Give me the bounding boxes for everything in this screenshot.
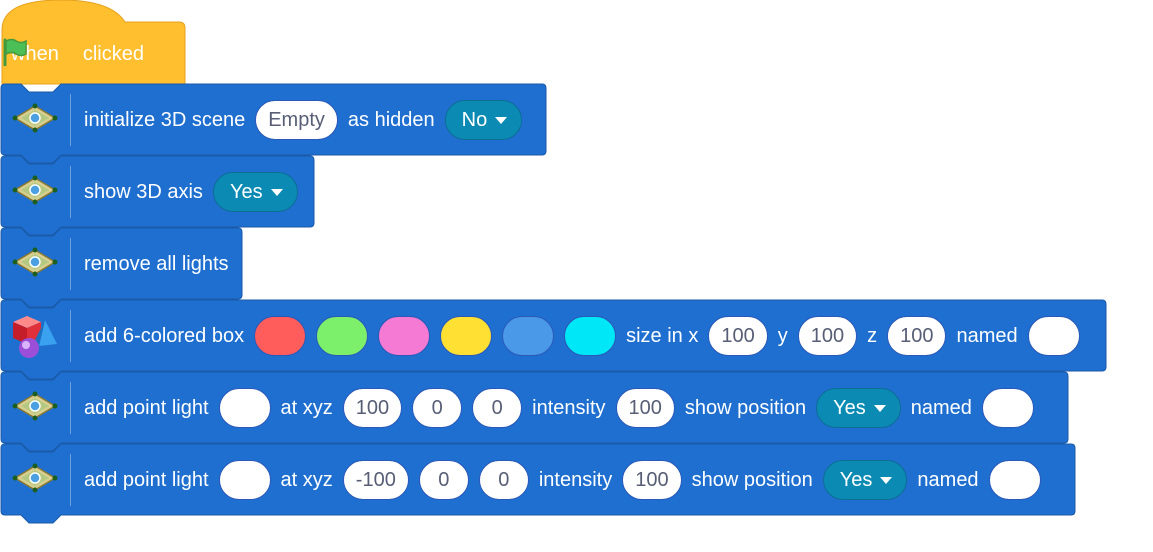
light-y-input[interactable]: 0 <box>412 388 463 428</box>
size-x-input[interactable]: 100 <box>708 316 768 356</box>
add-point-light-block[interactable]: add point light at xyz -100 0 0 intensit… <box>0 443 1076 524</box>
block-label: show position <box>684 396 807 419</box>
when-flag-clicked-hat-block[interactable]: when clicked <box>1 0 186 85</box>
light-y-input[interactable]: 0 <box>418 460 469 500</box>
caret-down-icon <box>495 116 508 124</box>
block-label: add point light <box>84 468 209 491</box>
caret-down-icon <box>880 476 893 484</box>
3d-plate-icon <box>1 372 71 444</box>
add-6-colored-box-block[interactable]: add 6-colored box size in x 100 y 100 z … <box>0 299 1107 380</box>
block-label: intensity <box>532 396 606 419</box>
caret-down-icon <box>270 188 283 196</box>
light-name-input[interactable] <box>988 460 1041 500</box>
3d-plate-icon <box>1 156 71 228</box>
scene-name-input[interactable]: Empty <box>255 100 338 140</box>
light-z-input[interactable]: 0 <box>478 460 529 500</box>
block-label: z <box>867 324 878 347</box>
block-label: add 6-colored box <box>84 324 245 347</box>
light-x-input[interactable]: 100 <box>342 388 403 428</box>
color-swatch-6[interactable] <box>564 316 617 356</box>
caret-down-icon <box>873 404 886 412</box>
show-position-dropdown[interactable]: Yes <box>816 388 901 428</box>
block-label: remove all lights <box>84 252 229 275</box>
hidden-dropdown[interactable]: No <box>444 100 523 140</box>
initialize-3d-scene-block[interactable]: initialize 3D scene Empty as hidden No <box>0 83 547 164</box>
axis-dropdown[interactable]: Yes <box>212 172 298 212</box>
block-label: add point light <box>84 396 209 419</box>
block-label: named <box>910 396 972 419</box>
color-swatch-4[interactable] <box>440 316 493 356</box>
remove-all-lights-block[interactable]: remove all lights <box>0 227 243 308</box>
dropdown-value: Yes <box>839 468 873 491</box>
dropdown-value: No <box>461 108 488 131</box>
block-label: size in x <box>626 324 699 347</box>
box-name-input[interactable] <box>1027 316 1080 356</box>
size-z-input[interactable]: 100 <box>887 316 947 356</box>
block-label: y <box>777 324 788 347</box>
light-x-input[interactable]: -100 <box>342 460 409 500</box>
intensity-input[interactable]: 100 <box>622 460 682 500</box>
light-color-input[interactable] <box>218 388 271 428</box>
intensity-input[interactable]: 100 <box>615 388 675 428</box>
3d-plate-icon <box>1 84 71 156</box>
dropdown-value: Yes <box>833 396 866 419</box>
show-3d-axis-block[interactable]: show 3D axis Yes <box>0 155 315 236</box>
block-label: as hidden <box>347 108 435 131</box>
3d-plate-icon <box>1 228 71 300</box>
block-label: at xyz <box>280 468 333 491</box>
add-point-light-block[interactable]: add point light at xyz 100 0 0 intensity… <box>0 371 1069 452</box>
block-label: show position <box>691 468 813 491</box>
show-position-dropdown[interactable]: Yes <box>822 460 908 500</box>
3d-plate-icon <box>1 444 71 516</box>
block-label: show 3D axis <box>84 180 203 203</box>
color-swatch-1[interactable] <box>254 316 307 356</box>
block-label: at xyz <box>280 396 333 419</box>
block-label: intensity <box>538 468 613 491</box>
block-label: named <box>956 324 1018 347</box>
light-z-input[interactable]: 0 <box>472 388 523 428</box>
block-label: initialize 3D scene <box>84 108 246 131</box>
dropdown-value: Yes <box>229 180 263 203</box>
light-name-input[interactable] <box>981 388 1034 428</box>
color-swatch-3[interactable] <box>378 316 431 356</box>
light-color-input[interactable] <box>218 460 271 500</box>
size-y-input[interactable]: 100 <box>797 316 858 356</box>
hat-label-clicked: clicked <box>82 42 144 65</box>
color-swatch-2[interactable] <box>316 316 369 356</box>
block-label: named <box>917 468 979 491</box>
color-swatch-5[interactable] <box>502 316 555 356</box>
3d-shapes-icon <box>1 300 71 372</box>
